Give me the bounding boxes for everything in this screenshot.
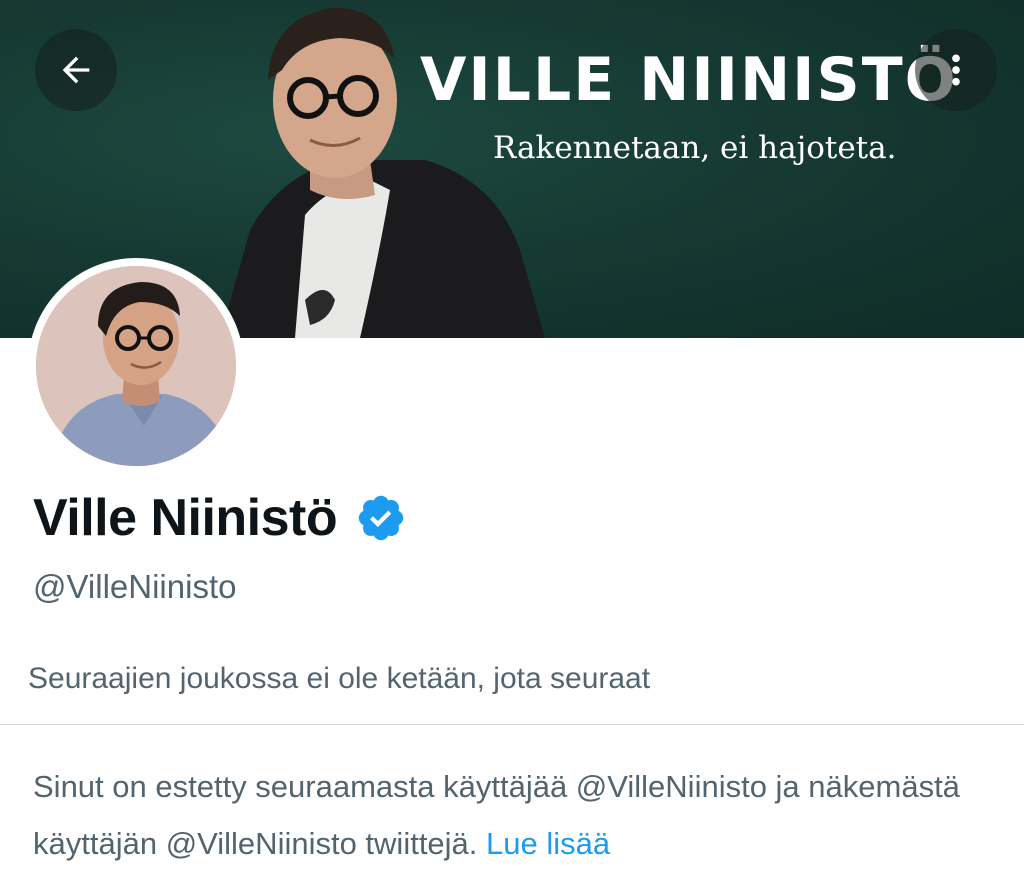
banner-subtitle: Rakennetaan, ei hajoteta. (493, 130, 897, 166)
avatar-photo (36, 266, 236, 466)
back-button[interactable] (35, 29, 117, 111)
banner-title: VILLE NIINISTÖ (420, 45, 958, 115)
avatar[interactable] (28, 258, 244, 474)
more-options-icon (952, 54, 960, 86)
name-row: Ville Niinistö (33, 488, 407, 548)
more-options-button[interactable] (915, 29, 997, 111)
blocked-message: Sinut on estetty seuraamasta käyttäjää @… (33, 758, 1003, 872)
profile-page: VILLE NIINISTÖ Rakennetaan, ei hajoteta. (0, 0, 1024, 881)
arrow-left-icon (62, 56, 90, 84)
learn-more-link[interactable]: Lue lisää (486, 826, 610, 861)
profile-handle: @VilleNiinisto (33, 568, 237, 605)
divider (0, 724, 1024, 725)
verified-badge-icon[interactable] (355, 492, 407, 544)
display-name: Ville Niinistö (33, 489, 338, 547)
followers-you-know-note: Seuraajien joukossa ei ole ketään, jota … (28, 662, 651, 695)
